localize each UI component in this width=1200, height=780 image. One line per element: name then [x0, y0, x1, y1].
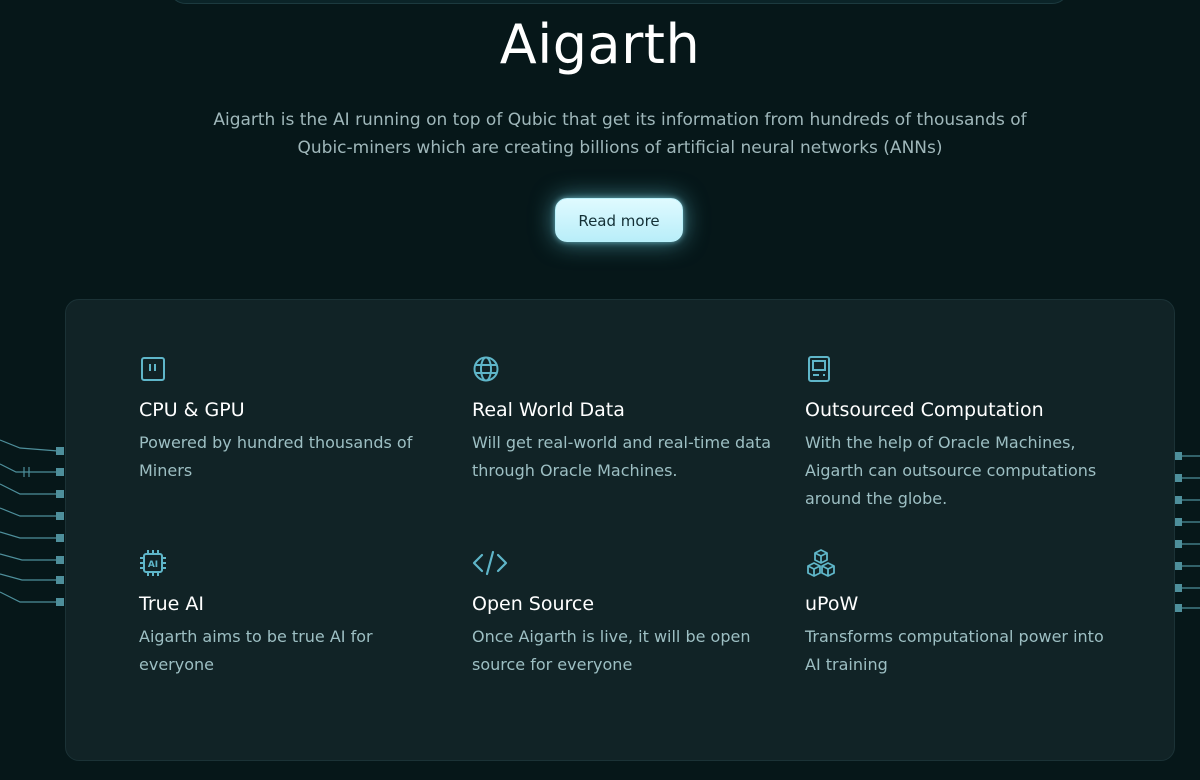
feature-title: Open Source — [472, 593, 595, 615]
read-more-button[interactable]: Read more — [555, 198, 683, 242]
computer-icon — [805, 355, 833, 383]
feature-title: True AI — [139, 593, 204, 615]
chip-icon — [139, 355, 167, 383]
feature-title: Real World Data — [472, 399, 625, 421]
feature-description: Aigarth aims to be true AI for everyone — [139, 627, 373, 674]
cubes-icon — [805, 549, 837, 577]
hero-subtitle: Aigarth is the AI running on top of Qubi… — [213, 110, 1027, 158]
feature-description: Powered by hundred thousands of Miners — [139, 433, 413, 480]
feature-description: Once Aigarth is live, it will be open so… — [472, 627, 751, 674]
feature-title: uPoW — [805, 593, 859, 615]
svg-text:AI: AI — [148, 560, 158, 570]
page-title: Aigarth — [499, 13, 701, 76]
feature-description: Transforms computational power into AI t… — [805, 627, 1104, 674]
aigarth-page: Aigarth Aigarth is the AI running on top… — [0, 0, 1200, 780]
feature-description: With the help of Oracle Machines, Aigart… — [805, 433, 1097, 508]
features-panel: CPU & GPU Powered by hundred thousands o… — [65, 299, 1175, 761]
ai-chip-icon: AI — [139, 549, 167, 577]
globe-icon — [472, 355, 500, 383]
left-circuit-decoration — [0, 439, 64, 606]
feature-title: CPU & GPU — [139, 399, 245, 421]
feature-description: Will get real-world and real-time data t… — [472, 433, 772, 480]
feature-title: Outsourced Computation — [805, 399, 1044, 421]
top-navigation-bar-edge — [168, 0, 1070, 4]
code-icon — [472, 549, 508, 577]
